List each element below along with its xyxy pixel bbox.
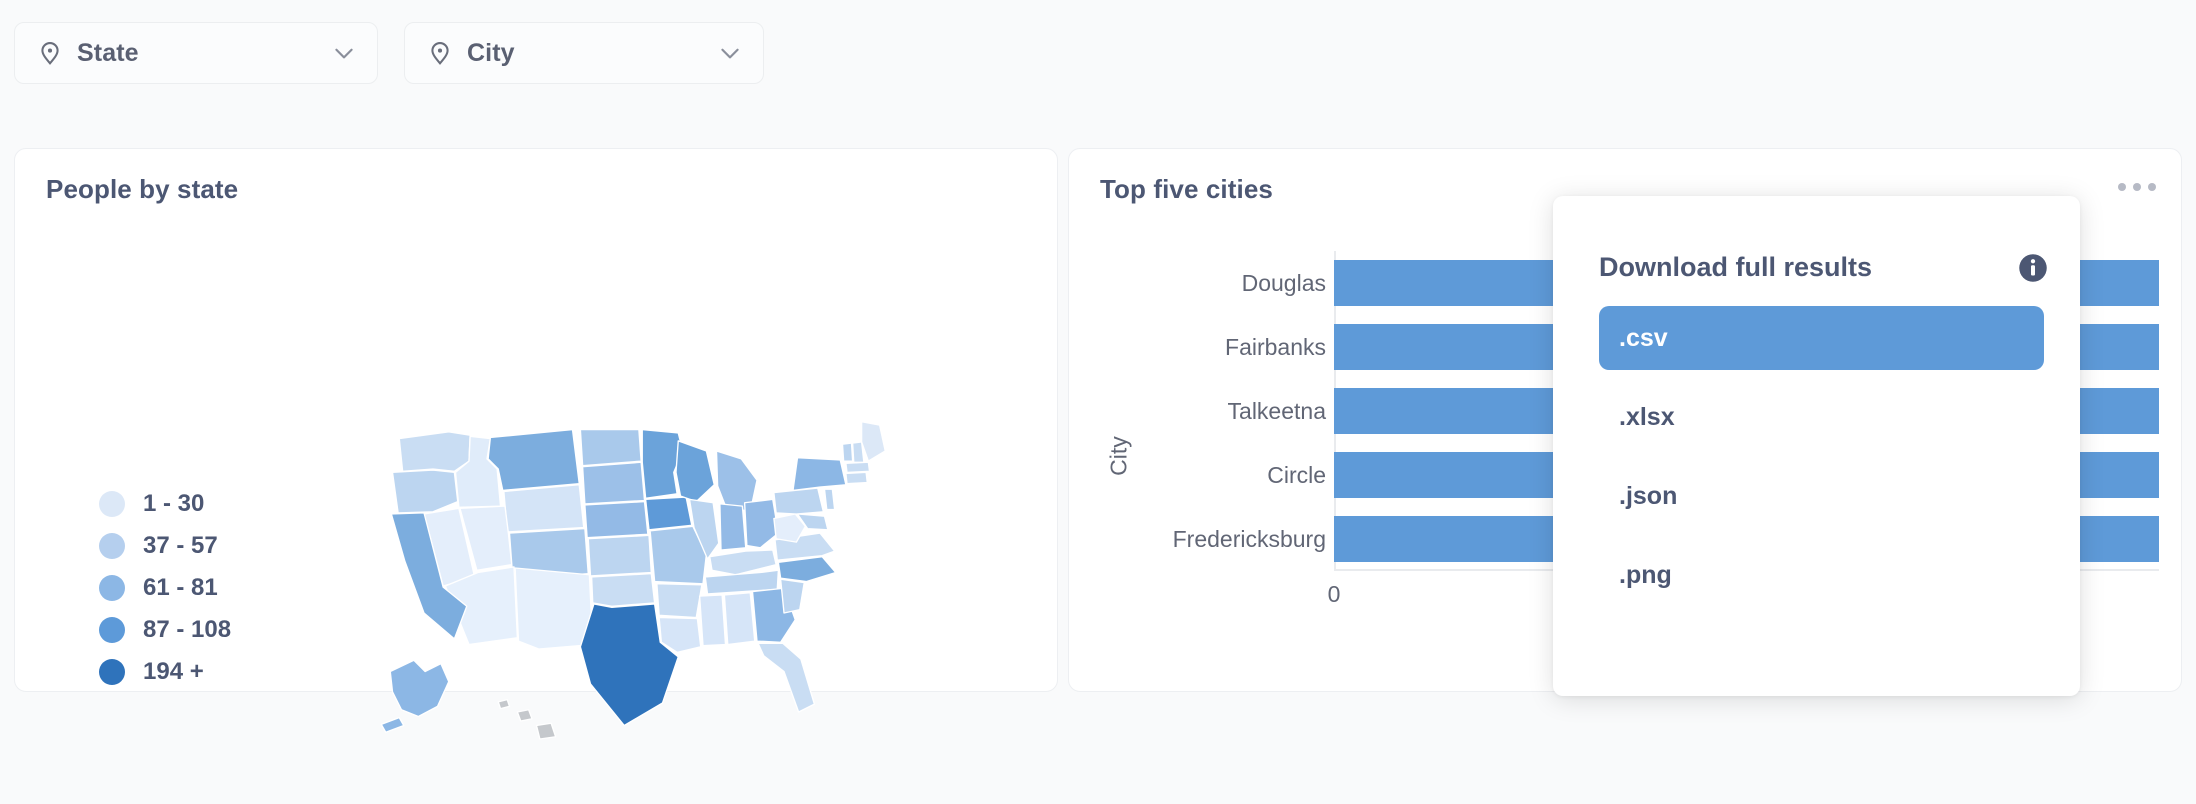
- popover-header: Download full results: [1599, 252, 2048, 283]
- download-option-json[interactable]: .json: [1599, 464, 2044, 528]
- popover-title: Download full results: [1599, 252, 1872, 283]
- legend-label: 61 - 81: [143, 574, 218, 602]
- people-by-state-card: People by state 1 - 30 37 - 57 61 - 81 87 -…: [14, 148, 1058, 692]
- map-legend: 1 - 30 37 - 57 61 - 81 87 - 108 194 +: [99, 489, 231, 687]
- filter-city-label: City: [467, 39, 717, 68]
- y-axis-tick: Circle: [1129, 443, 1334, 507]
- chevron-down-icon[interactable]: [331, 40, 357, 66]
- legend-swatch: [99, 533, 125, 559]
- ellipsis-dot: [2148, 183, 2156, 191]
- legend-label: 1 - 30: [143, 490, 204, 518]
- map-pin-icon: [427, 40, 453, 66]
- y-axis-tick: Fairbanks: [1129, 315, 1334, 379]
- legend-item[interactable]: 194 +: [99, 657, 231, 687]
- download-results-popover: Download full results .csv .xlsx .json .png: [1553, 196, 2080, 696]
- legend-swatch: [99, 491, 125, 517]
- legend-item[interactable]: 87 - 108: [99, 615, 231, 645]
- filter-state[interactable]: State: [14, 22, 378, 84]
- legend-label: 37 - 57: [143, 532, 218, 560]
- legend-swatch: [99, 575, 125, 601]
- legend-swatch: [99, 659, 125, 685]
- y-axis-tick-labels: DouglasFairbanksTalkeetnaCircleFrederick…: [1129, 251, 1334, 571]
- filter-state-label: State: [77, 39, 331, 68]
- chevron-down-icon[interactable]: [717, 40, 743, 66]
- ellipsis-icon[interactable]: [2115, 169, 2159, 205]
- filter-bar: State City: [14, 22, 764, 84]
- download-option-xlsx[interactable]: .xlsx: [1599, 385, 2044, 449]
- legend-item[interactable]: 37 - 57: [99, 531, 231, 561]
- legend-swatch: [99, 617, 125, 643]
- filter-city[interactable]: City: [404, 22, 764, 84]
- us-choropleth-map[interactable]: [370, 411, 910, 761]
- legend-label: 87 - 108: [143, 616, 231, 644]
- legend-label: 194 +: [143, 658, 204, 686]
- ellipsis-dot: [2118, 183, 2126, 191]
- download-option-csv[interactable]: .csv: [1599, 306, 2044, 370]
- legend-item[interactable]: 1 - 30: [99, 489, 231, 519]
- y-axis-tick: Douglas: [1129, 251, 1334, 315]
- y-axis-tick: Fredericksburg: [1129, 507, 1334, 571]
- download-option-png[interactable]: .png: [1599, 543, 2044, 607]
- map-pin-icon: [37, 40, 63, 66]
- download-format-list: .csv .xlsx .json .png: [1599, 306, 2044, 622]
- legend-item[interactable]: 61 - 81: [99, 573, 231, 603]
- x-axis-tick: 0: [1328, 581, 1341, 608]
- page-title-people-by-state: People by state: [46, 174, 238, 205]
- page-title-top-five-cities: Top five cities: [1100, 174, 1273, 205]
- ellipsis-dot: [2133, 183, 2141, 191]
- info-icon[interactable]: [2018, 253, 2048, 283]
- y-axis-tick: Talkeetna: [1129, 379, 1334, 443]
